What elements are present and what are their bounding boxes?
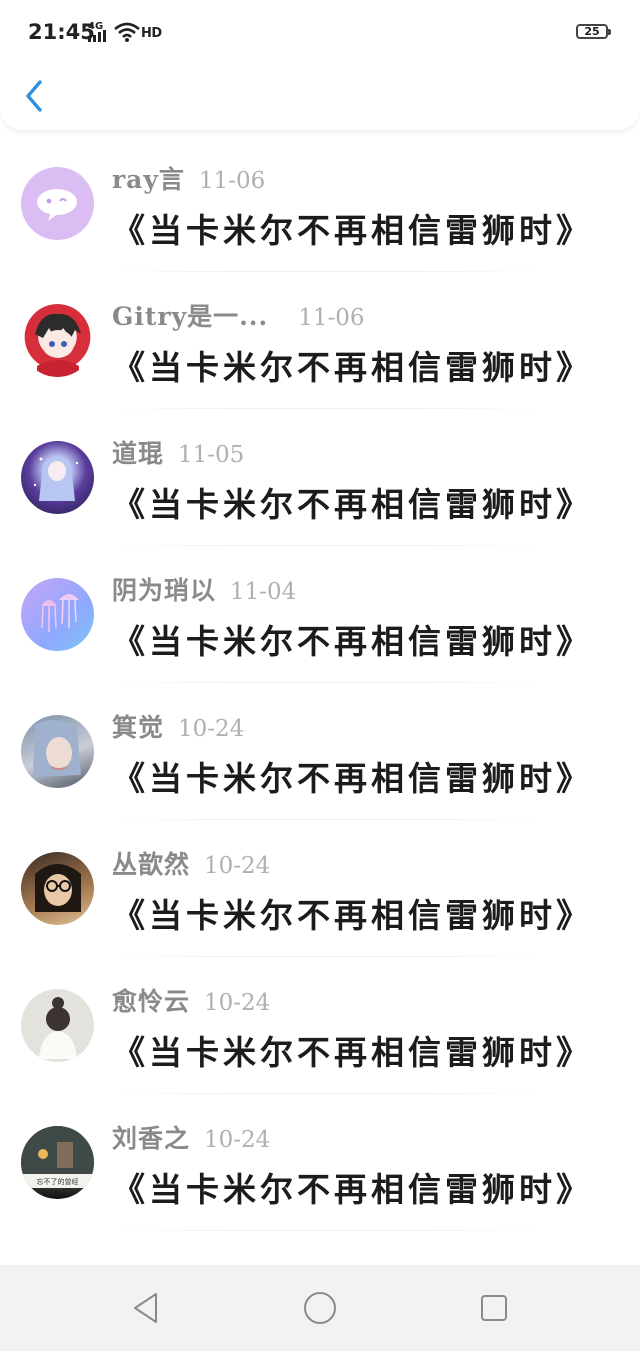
list-item[interactable]: 道琨 11-05 《当卡米尔不再相信雷狮时》 <box>0 404 640 546</box>
signal-icon <box>88 30 106 42</box>
list-item[interactable]: 阴为琑以 11-04 《当卡米尔不再相信雷狮时》 <box>0 541 640 683</box>
item-title[interactable]: 《当卡米尔不再相信雷狮时》 <box>112 341 593 389</box>
post-date: 10-24 <box>204 853 271 879</box>
jellyfish-avatar-icon <box>41 594 79 632</box>
post-date: 11-06 <box>298 305 365 331</box>
item-meta: 箕觉 10-24 <box>112 708 245 742</box>
avatar <box>21 441 94 514</box>
header: 21:45 4G HD 25 <box>0 0 640 130</box>
author-name[interactable]: 阴为琑以 <box>112 576 216 605</box>
item-meta: 刘香之 10-24 <box>112 1119 271 1153</box>
avatar: 忘不了的曾经 <box>21 1126 94 1199</box>
recents-square-icon[interactable] <box>474 1288 514 1328</box>
status-bar: 21:45 4G HD 25 <box>0 0 640 66</box>
item-meta: Gitry是一... 11-06 <box>112 297 365 331</box>
author-name[interactable]: 道琨 <box>112 439 164 468</box>
avatar <box>21 304 94 377</box>
item-title[interactable]: 《当卡米尔不再相信雷狮时》 <box>112 1026 593 1074</box>
item-title[interactable]: 《当卡米尔不再相信雷狮时》 <box>112 1163 593 1211</box>
item-meta: 阴为琑以 11-04 <box>112 571 297 605</box>
back-button[interactable] <box>18 76 54 116</box>
avatar <box>21 715 94 788</box>
post-date: 10-24 <box>204 1127 271 1153</box>
partial-next-item <box>0 1240 640 1265</box>
item-meta: 愈怜云 10-24 <box>112 982 271 1016</box>
item-title[interactable]: 《当卡米尔不再相信雷狮时》 <box>112 889 593 937</box>
avatar <box>21 852 94 925</box>
chat-bubble-icon <box>37 189 77 221</box>
battery-level: 25 <box>584 25 600 38</box>
author-name[interactable]: 愈怜云 <box>112 987 190 1016</box>
item-title[interactable]: 《当卡米尔不再相信雷狮时》 <box>112 615 593 663</box>
list-item[interactable]: ray言 11-06 《当卡米尔不再相信雷狮时》 <box>0 130 640 272</box>
avatar-caption: 忘不了的曾经 <box>37 1177 79 1186</box>
status-time: 21:45 <box>28 20 95 44</box>
anime-girl-avatar-icon <box>33 457 79 501</box>
avatar <box>21 989 94 1062</box>
avatar <box>21 578 94 651</box>
item-meta: ray言 11-06 <box>112 160 266 194</box>
list-item[interactable]: 箕觉 10-24 《当卡米尔不再相信雷狮时》 <box>0 678 640 820</box>
author-name[interactable]: 箕觉 <box>112 713 164 742</box>
divider <box>112 1230 542 1231</box>
item-meta: 丛歆然 10-24 <box>112 845 271 879</box>
list-item[interactable]: Gitry是一... 11-06 《当卡米尔不再相信雷狮时》 <box>0 267 640 409</box>
post-date: 11-06 <box>198 168 266 194</box>
post-date: 11-05 <box>178 442 245 468</box>
item-meta: 道琨 11-05 <box>112 434 245 468</box>
portrait-avatar-icon <box>33 719 81 777</box>
scene-avatar-icon: 忘不了的曾经 <box>21 1126 94 1188</box>
avatar <box>21 167 94 240</box>
author-name[interactable]: 丛歆然 <box>112 850 190 879</box>
post-date: 11-04 <box>230 579 297 605</box>
author-name[interactable]: ray言 <box>112 165 185 194</box>
battery-icon: 25 <box>576 24 611 39</box>
bun-hair-avatar-icon <box>39 997 77 1059</box>
home-circle-icon[interactable] <box>300 1288 340 1328</box>
list-item[interactable]: 丛歆然 10-24 《当卡米尔不再相信雷狮时》 <box>0 815 640 957</box>
author-name[interactable]: Gitry是一... <box>112 302 268 331</box>
glasses-avatar-icon <box>35 864 81 912</box>
hd-badge: HD <box>141 26 162 41</box>
item-title[interactable]: 《当卡米尔不再相信雷狮时》 <box>112 752 593 800</box>
wifi-icon <box>114 22 140 42</box>
back-triangle-icon[interactable] <box>127 1288 167 1328</box>
anime-boy-avatar-icon <box>35 313 81 377</box>
author-name[interactable]: 刘香之 <box>112 1124 190 1153</box>
post-date: 10-24 <box>204 990 271 1016</box>
post-date: 10-24 <box>178 716 245 742</box>
list-item[interactable]: 愈怜云 10-24 《当卡米尔不再相信雷狮时》 <box>0 952 640 1094</box>
item-title[interactable]: 《当卡米尔不再相信雷狮时》 <box>112 478 593 526</box>
chevron-left-icon <box>26 80 42 112</box>
system-nav-bar <box>0 1265 640 1351</box>
list-item[interactable]: 忘不了的曾经 刘香之 10-24 《当卡米尔不再相信雷狮时》 <box>0 1089 640 1231</box>
item-title[interactable]: 《当卡米尔不再相信雷狮时》 <box>112 204 593 252</box>
